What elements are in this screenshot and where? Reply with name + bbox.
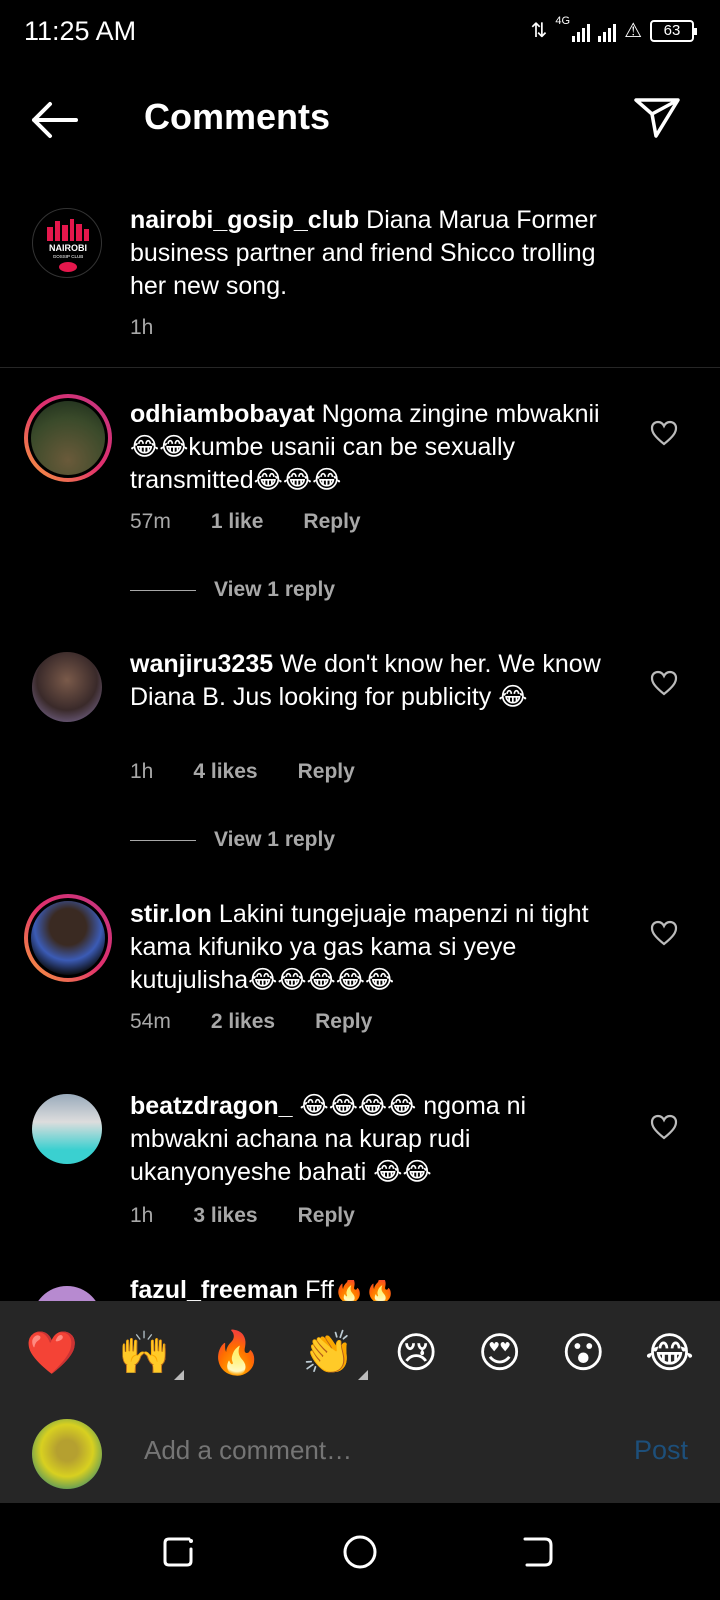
skin-tone-indicator-icon [174, 1370, 185, 1380]
emoji-clap-button[interactable]: 👏 [302, 1329, 369, 1380]
comment-username[interactable]: fazul_freeman [130, 1280, 298, 1301]
comment-text: beatzdragon_ 😂😂😂😂 ngoma ni mbwakni achan… [130, 1090, 630, 1189]
heart-icon[interactable] [650, 420, 678, 446]
status-time: 11:25 AM [24, 16, 137, 46]
status-icons: ⇅ 4G ⚠ 63 [530, 14, 697, 43]
logo-text: NAIROBI [49, 243, 87, 253]
like-count[interactable]: 3 likes [193, 1204, 257, 1228]
view-replies-button[interactable]: View 1 reply [130, 828, 335, 852]
battery-icon: 63 [650, 19, 697, 42]
comment-text: fazul_freeman Fff🔥🔥 [130, 1280, 630, 1301]
comment-meta: 57m 1 like Reply [130, 510, 361, 534]
comment-username[interactable]: beatzdragon_ [130, 1092, 293, 1120]
comment-time: 1h [130, 760, 154, 783]
caption-time: 1h [130, 316, 154, 339]
data-transfer-icon: ⇅ [530, 20, 548, 42]
system-nav-bar [0, 1503, 720, 1600]
comment-meta: 54m 2 likes Reply [130, 1010, 372, 1034]
signal-icon [572, 20, 591, 42]
comment-meta: 1h 4 likes Reply [130, 760, 355, 784]
comment-text: odhiambobayat Ngoma zingine mbwaknii 😂😂k… [130, 398, 630, 497]
view-replies-label: View 1 reply [214, 828, 336, 851]
avatar[interactable] [32, 1094, 102, 1164]
comment-time: 54m [130, 1010, 171, 1033]
comment-username[interactable]: odhiambobayat [130, 400, 315, 428]
heart-icon[interactable] [650, 1114, 678, 1140]
post-caption: NAIROBI GOSSIP CLUB nairobi_gosip_club D… [0, 196, 720, 368]
comment-item: fazul_freeman Fff🔥🔥 [0, 1280, 720, 1301]
comment-body: Fff🔥🔥 [298, 1280, 397, 1301]
nairobi-gossip-logo-icon: NAIROBI GOSSIP CLUB [47, 219, 89, 272]
avatar[interactable] [32, 1286, 102, 1301]
view-replies-label: View 1 reply [214, 578, 336, 601]
post-button[interactable]: Post [634, 1435, 688, 1466]
caption-username[interactable]: nairobi_gosip_club [130, 206, 359, 234]
back-arrow-icon[interactable] [30, 98, 80, 142]
emoji-heart-eyes-button[interactable]: 😍 [478, 1332, 522, 1374]
emoji-glyph: 👏 [302, 1329, 355, 1376]
avatar[interactable] [32, 652, 102, 722]
comment-text: wanjiru3235 We don't know her. We know D… [130, 648, 630, 714]
home-icon[interactable] [335, 1527, 385, 1577]
caption-meta: 1h [130, 316, 153, 340]
reply-button[interactable]: Reply [298, 1204, 355, 1228]
current-user-avatar [32, 1419, 102, 1489]
comment-username[interactable]: wanjiru3235 [130, 650, 273, 678]
emoji-crying-button[interactable]: 😢 [394, 1332, 438, 1374]
network-type: 4G [555, 14, 571, 27]
heart-icon[interactable] [650, 670, 678, 696]
comment-time: 1h [130, 1204, 154, 1227]
reply-button[interactable]: Reply [303, 510, 360, 534]
emoji-glyph: 🙌 [117, 1329, 171, 1376]
status-bar: 11:25 AM ⇅ 4G ⚠ 63 [0, 0, 720, 66]
comment-composer: Post [0, 1405, 720, 1503]
avatar[interactable] [24, 894, 112, 982]
back-nav-icon[interactable] [513, 1527, 563, 1577]
like-count[interactable]: 4 likes [193, 760, 257, 784]
send-icon[interactable] [632, 96, 682, 140]
alert-icon: ⚠ [624, 20, 642, 42]
emoji-fire-button[interactable]: 🔥 [210, 1332, 262, 1374]
comment-meta: 1h 3 likes Reply [130, 1204, 355, 1228]
view-replies-button[interactable]: View 1 reply [130, 578, 335, 602]
emoji-heart-button[interactable]: ❤️ [26, 1332, 78, 1374]
caption-text: nairobi_gosip_club Diana Marua Former bu… [130, 204, 630, 303]
recent-apps-icon[interactable] [155, 1527, 205, 1577]
emoji-surprised-button[interactable]: 😮 [561, 1332, 605, 1374]
like-count[interactable]: 1 like [211, 510, 264, 534]
emoji-laughing-button[interactable]: 😂 [645, 1332, 694, 1374]
heart-icon[interactable] [650, 920, 678, 946]
page-title: Comments [144, 96, 331, 137]
comment-username[interactable]: stir.lon [130, 900, 212, 928]
emoji-bar: ❤️ 🙌 🔥 👏 😢 😍 😮 😂 [0, 1301, 720, 1405]
like-count[interactable]: 2 likes [211, 1010, 275, 1034]
comment-input[interactable] [144, 1435, 584, 1466]
logo-subtext: GOSSIP CLUB [53, 254, 83, 259]
avatar[interactable]: NAIROBI GOSSIP CLUB [32, 208, 102, 278]
reply-button[interactable]: Reply [315, 1010, 372, 1034]
header: Comments [0, 90, 720, 150]
emoji-raised-hands-button[interactable]: 🙌 [117, 1329, 185, 1380]
signal-icon-2 [598, 20, 617, 42]
skin-tone-indicator-icon [358, 1370, 369, 1380]
reply-button[interactable]: Reply [298, 760, 355, 784]
avatar[interactable] [24, 394, 112, 482]
comment-text: stir.lon Lakini tungejuaje mapenzi ni ti… [130, 898, 630, 997]
comment-time: 57m [130, 510, 171, 533]
